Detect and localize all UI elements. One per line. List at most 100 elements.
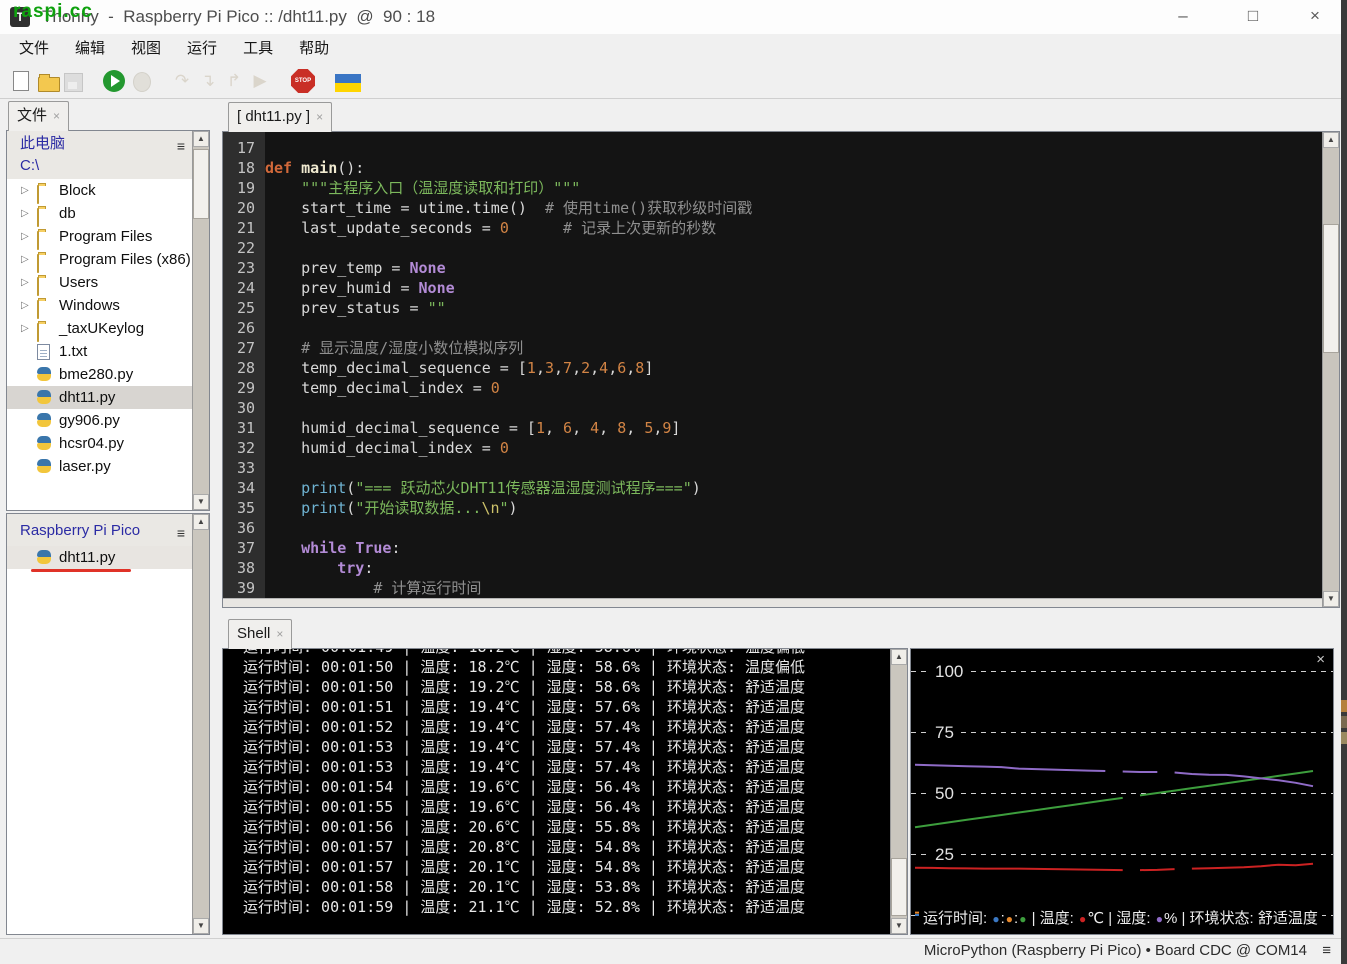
shell-tab-close-icon[interactable]: ×: [276, 627, 283, 641]
menu-item-工具[interactable]: 工具: [230, 34, 286, 64]
line-number: 20: [236, 199, 255, 217]
statusbar-menu-icon[interactable]: ≡: [1322, 942, 1331, 959]
files-tab-close-icon[interactable]: ×: [53, 109, 60, 123]
root-path-label[interactable]: C:\: [20, 155, 192, 177]
editor-tab-close-icon[interactable]: ×: [316, 110, 323, 124]
line-number: 22: [236, 239, 255, 257]
tree-item-dht11.py[interactable]: dht11.py: [7, 546, 192, 572]
this-pc-label[interactable]: 此电脑: [20, 133, 192, 155]
scroll-up-icon[interactable]: ▲: [891, 649, 907, 665]
shell-scrollbar[interactable]: ▲ ▼: [890, 649, 907, 934]
code-line: 35 print("开始读取数据...\n"): [223, 498, 1322, 518]
tree-item-bme280.py[interactable]: bme280.py: [7, 363, 192, 386]
expand-arrow-icon[interactable]: ▷: [21, 294, 29, 317]
y-axis-tick-label: 25: [935, 845, 954, 864]
step-into-button: ↴: [200, 71, 216, 90]
editor-scrollbar[interactable]: ▲ ▼: [1322, 132, 1339, 607]
tree-item-label: Users: [59, 274, 99, 291]
minimize-button[interactable]: –: [1160, 0, 1206, 34]
tree-item-dht11.py[interactable]: dht11.py: [7, 386, 192, 409]
tree-item-Program Files[interactable]: ▷ Program Files: [7, 225, 192, 250]
tree-item-Program Files (x86)[interactable]: ▷ Program Files (x86): [7, 248, 192, 273]
scroll-down-icon[interactable]: ▼: [193, 918, 209, 934]
legend-text: :: [1014, 910, 1019, 927]
stop-restart-backend-button[interactable]: STOP: [291, 69, 315, 93]
series-温度(℃): [914, 862, 1314, 872]
files-tree-header: 此电脑 C:\ ≡: [7, 131, 192, 179]
files-tab-label: 文件: [17, 107, 48, 124]
close-button[interactable]: ×: [1292, 0, 1338, 34]
code-editor[interactable]: 17 18 def main(): 19 """主程序入口（温湿度读取和打印）""" 2…: [222, 131, 1340, 608]
menu-item-视图[interactable]: 视图: [118, 34, 174, 64]
menu-item-帮助[interactable]: 帮助: [286, 34, 342, 64]
scroll-up-icon[interactable]: ▲: [193, 131, 209, 147]
legend-dot-icon: ●: [1019, 912, 1027, 926]
shell-output-line: 运行时间: 00:01:51 | 温度: 19.4℃ | 湿度: 57.6% |…: [243, 698, 806, 716]
tree-item-gy906.py[interactable]: gy906.py: [7, 409, 192, 432]
expand-arrow-icon[interactable]: ▷: [21, 225, 29, 248]
run-current-script-button[interactable]: [103, 70, 125, 92]
open-file-button[interactable]: [38, 73, 60, 92]
tree-item-hcsr04.py[interactable]: hcsr04.py: [7, 432, 192, 455]
legend-text: | 温度:: [1027, 910, 1079, 927]
menu-item-运行[interactable]: 运行: [174, 34, 230, 64]
code-line: 38 try:: [223, 558, 1322, 578]
expand-arrow-icon[interactable]: ▷: [21, 248, 29, 271]
editor-tab-label: [ dht11.py ]: [237, 108, 311, 125]
scroll-up-icon[interactable]: ▲: [1323, 132, 1339, 148]
legend-dot-icon: ●: [1079, 912, 1087, 926]
new-file-button[interactable]: [13, 71, 29, 91]
files-scroll-thumb[interactable]: [193, 149, 209, 219]
scroll-down-icon[interactable]: ▼: [891, 918, 907, 934]
files-tab[interactable]: 文件 ×: [8, 101, 70, 131]
line-number: 21: [236, 219, 255, 237]
expand-arrow-icon[interactable]: ▷: [21, 271, 29, 294]
interpreter-status[interactable]: MicroPython (Raspberry Pi Pico) • Board …: [924, 942, 1307, 959]
editor-scroll-thumb[interactable]: [1323, 224, 1339, 353]
editor-horizontal-scrollbar[interactable]: [223, 598, 1322, 607]
line-number: 31: [236, 419, 255, 437]
tree-item-label: Program Files: [59, 228, 153, 245]
code-line: 20 start_time = utime.time() # 使用time()获…: [223, 198, 1322, 218]
shell-output-line: 运行时间: 00:01:52 | 温度: 19.4℃ | 湿度: 57.4% |…: [243, 718, 806, 736]
titlebar: T Thonny - Raspberry Pi Pico :: /dht11.p…: [0, 0, 1341, 35]
ukraine-flag-icon[interactable]: [335, 73, 361, 92]
shell-output-line: 运行时间: 00:01:59 | 温度: 21.1℃ | 湿度: 52.8% |…: [243, 898, 806, 916]
shell-output[interactable]: 运行时间: 00:01:49 | 温度: 18.2℃ | 湿度: 58.6% |…: [222, 648, 908, 935]
menu-item-编辑[interactable]: 编辑: [62, 34, 118, 64]
tree-item-db[interactable]: ▷ db: [7, 202, 192, 227]
files-scrollbar[interactable]: ▲ ▼: [192, 131, 209, 510]
pico-title[interactable]: Raspberry Pi Pico: [20, 520, 192, 542]
tree-item-label: Windows: [59, 297, 120, 314]
plotter-close-icon[interactable]: ×: [1316, 651, 1325, 668]
tree-item-Block[interactable]: ▷ Block: [7, 179, 192, 204]
pico-menu-icon[interactable]: ≡: [177, 522, 185, 544]
scroll-up-icon[interactable]: ▲: [193, 514, 209, 530]
tree-item-_taxUKeylog[interactable]: ▷ _taxUKeylog: [7, 317, 192, 342]
shell-tab-label: Shell: [237, 625, 271, 642]
scroll-down-icon[interactable]: ▼: [193, 494, 209, 510]
tree-item-Users[interactable]: ▷ Users: [7, 271, 192, 296]
tree-item-1.txt[interactable]: 1.txt: [7, 340, 192, 363]
y-axis-tick-label: 50: [935, 784, 954, 803]
line-number: 37: [236, 539, 255, 557]
code-line: 39 # 计算运行时间: [223, 578, 1322, 598]
tree-item-laser.py[interactable]: laser.py: [7, 455, 192, 478]
plotter-legend: 运行时间: ●:●:● | 温度: ●℃ | 湿度: ●% | 环境状态: 舒适…: [919, 908, 1322, 930]
shell-tab[interactable]: Shell ×: [228, 619, 293, 649]
editor-tab[interactable]: [ dht11.py ] ×: [228, 102, 333, 132]
pico-tree: Raspberry Pi Pico ≡ dht11.py: [7, 514, 192, 934]
expand-arrow-icon[interactable]: ▷: [21, 179, 29, 202]
files-panel: 此电脑 C:\ ≡ ▷ Block ▷ db ▷ Program Files ▷ Progra…: [6, 130, 210, 511]
pico-scrollbar[interactable]: ▲ ▼: [192, 514, 209, 934]
scroll-down-icon[interactable]: ▼: [1323, 591, 1339, 607]
tree-item-Windows[interactable]: ▷ Windows: [7, 294, 192, 319]
menu-item-文件[interactable]: 文件: [6, 34, 62, 64]
code-line: 31 humid_decimal_sequence = [1, 6, 4, 8,…: [223, 418, 1322, 438]
files-menu-icon[interactable]: ≡: [177, 135, 185, 157]
maximize-button[interactable]: □: [1230, 0, 1276, 34]
expand-arrow-icon[interactable]: ▷: [21, 202, 29, 225]
menubar: 文件 编辑 视图 运行 工具 帮助: [0, 34, 1341, 64]
shell-scroll-thumb[interactable]: [891, 858, 907, 916]
expand-arrow-icon[interactable]: ▷: [21, 317, 29, 340]
